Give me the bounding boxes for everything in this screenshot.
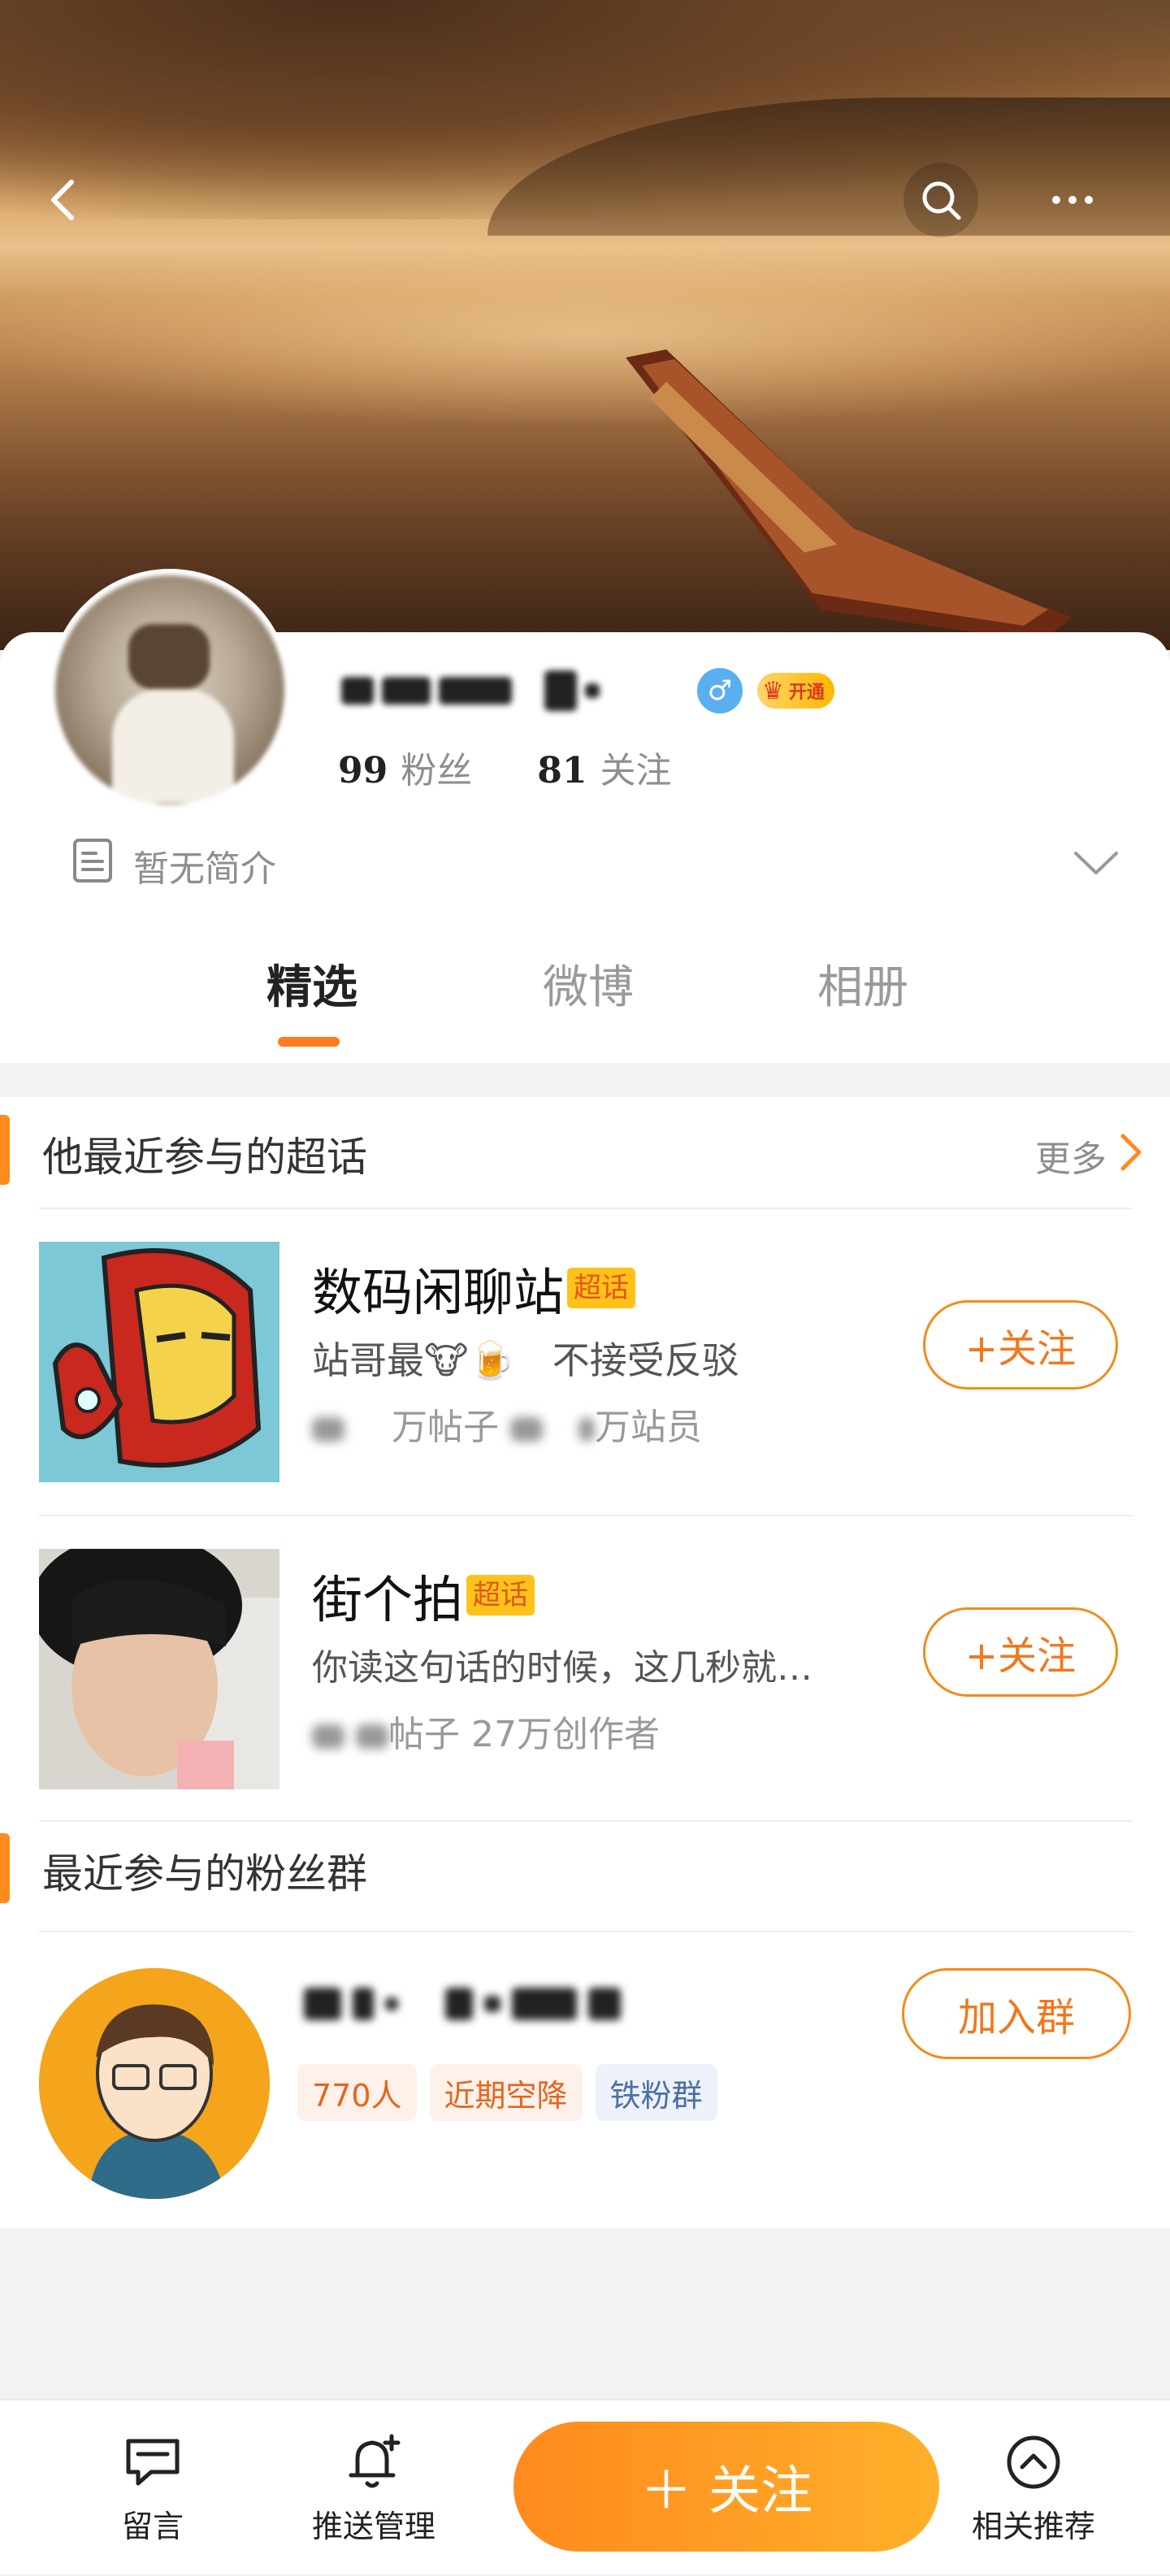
push-settings-button[interactable]: 推送管理 (292, 2400, 455, 2576)
push-label: 推送管理 (311, 2508, 436, 2544)
vip-open-label: 开通 (788, 683, 825, 703)
topic-posts-label: 万帖子 (392, 1407, 499, 1448)
bio-row[interactable]: 暂无简介 (72, 837, 276, 893)
related-recommend-button[interactable]: 相关推荐 (952, 2400, 1115, 2576)
super-topics-title: 他最近参与的超话 (42, 1134, 367, 1181)
plus-icon: ＋ (640, 2461, 692, 2522)
member-count-chip: 770人 (297, 2064, 417, 2121)
active-tab-indicator (278, 1037, 340, 1047)
avatar-image (55, 575, 284, 804)
message-button[interactable]: 留言 (72, 2400, 234, 2576)
tab-weibo[interactable]: 微博 (543, 951, 634, 1017)
crown-icon: ♛ (762, 676, 784, 705)
document-icon (72, 837, 114, 893)
following-stat[interactable]: 81 关注 (537, 741, 671, 793)
topic-name: 数码闲聊站 超话 (312, 1251, 636, 1325)
tab-album[interactable]: 相册 (817, 951, 908, 1017)
username-redacted (341, 670, 682, 711)
chevron-up-circle-icon (1007, 2435, 1060, 2488)
topic-name: 街个拍 超话 (312, 1559, 535, 1632)
fans-stat[interactable]: 99 粉丝 (338, 741, 472, 793)
topic-posts-label: 帖子 (388, 1714, 460, 1755)
chevron-down-icon[interactable] (1071, 847, 1121, 879)
redacted-count (312, 1417, 344, 1442)
topic-desc: 你读这句话的时候，这几秒就… (312, 1647, 812, 1689)
chevron-right-icon[interactable] (1116, 1131, 1146, 1173)
super-topics-header: 他最近参与的超话 更多 (0, 1097, 1170, 1203)
bell-plus-icon (349, 2434, 401, 2487)
fan-group-avatar[interactable] (39, 1968, 270, 2199)
vip-open-badge[interactable]: ♛ 开通 (757, 673, 834, 709)
fan-group-tags: 770人 近期空降 铁粉群 (297, 2064, 717, 2121)
follow-topic-button[interactable]: +关注 (923, 1300, 1118, 1390)
topic-desc-text: 站哥最 (312, 1338, 424, 1382)
super-topic-tag: 超话 (567, 1268, 636, 1308)
cow-beer-emoji-icon: 🐮🍺 (424, 1338, 515, 1382)
chevron-left-icon (51, 180, 74, 220)
fans-label: 粉丝 (401, 750, 473, 791)
chat-bubble-icon (126, 2439, 180, 2485)
fan-group-name-redacted (304, 1980, 734, 2028)
avatar[interactable] (49, 569, 291, 811)
profile-name-row: ♂ ♛ 开通 (341, 658, 834, 723)
message-label: 留言 (121, 2508, 184, 2544)
section-accent-bar (0, 1833, 10, 1903)
back-button[interactable] (26, 163, 101, 237)
topic-desc-tail: 不接受反驳 (552, 1338, 739, 1382)
search-icon (922, 181, 961, 220)
super-topic-item[interactable]: 数码闲聊站 超话 站哥最🐮🍺 不接受反驳 万帖子 万站员 +关注 (0, 1209, 1170, 1516)
divider (39, 1931, 1133, 1932)
redacted-count (578, 1417, 595, 1442)
redacted-count (356, 1724, 388, 1749)
following-label: 关注 (600, 750, 672, 791)
topic-creators-label: 27万创作者 (471, 1714, 660, 1755)
more-button[interactable] (1035, 163, 1110, 237)
cover-banner[interactable] (0, 0, 1170, 650)
topic-desc: 站哥最🐮🍺 不接受反驳 (312, 1331, 739, 1385)
more-horizontal-icon (1052, 196, 1093, 204)
follow-user-button[interactable]: ＋ 关注 (514, 2422, 939, 2552)
more-link[interactable]: 更多 (1035, 1130, 1107, 1182)
follow-topic-button[interactable]: +关注 (923, 1607, 1118, 1697)
fan-groups-title: 最近参与的粉丝群 (42, 1850, 367, 1897)
redacted-count (510, 1417, 543, 1442)
super-topic-item[interactable]: 街个拍 超话 你读这句话的时候，这几秒就… 帖子 27万创作者 +关注 (0, 1516, 1170, 1824)
canoe-illustration (626, 349, 1072, 642)
recommend-label: 相关推荐 (971, 2508, 1095, 2544)
follow-label: 关注 (708, 2461, 812, 2522)
search-button[interactable] (904, 163, 978, 237)
tab-featured[interactable]: 精选 (266, 951, 358, 1017)
topic-name-text: 数码闲聊站 (312, 1263, 565, 1322)
fan-groups-header: 最近参与的粉丝群 (0, 1822, 1170, 1928)
recent-join-chip: 近期空降 (429, 2064, 583, 2121)
profile-stats: 99 粉丝 81 关注 (338, 741, 671, 793)
topic-cover-ironman (39, 1242, 280, 1482)
gender-male-icon: ♂ (697, 668, 743, 713)
iron-fan-chip: 铁粉群 (595, 2064, 717, 2121)
topic-meta: 帖子 27万创作者 (312, 1705, 660, 1757)
following-count: 81 (537, 750, 587, 791)
topic-name-text: 街个拍 (312, 1570, 464, 1629)
profile-tabs: 精选 微博 相册 (0, 951, 1170, 1048)
topic-meta: 万帖子 万站员 (312, 1398, 702, 1450)
topic-cover-street-photo (39, 1549, 280, 1789)
topic-members-label: 万站员 (595, 1407, 702, 1448)
super-topic-tag: 超话 (466, 1575, 535, 1615)
section-accent-bar (0, 1115, 10, 1185)
redacted-count (312, 1724, 344, 1749)
bio-text: 暂无简介 (133, 848, 276, 890)
join-group-button[interactable]: 加入群 (902, 1968, 1131, 2059)
fans-count: 99 (338, 750, 388, 791)
